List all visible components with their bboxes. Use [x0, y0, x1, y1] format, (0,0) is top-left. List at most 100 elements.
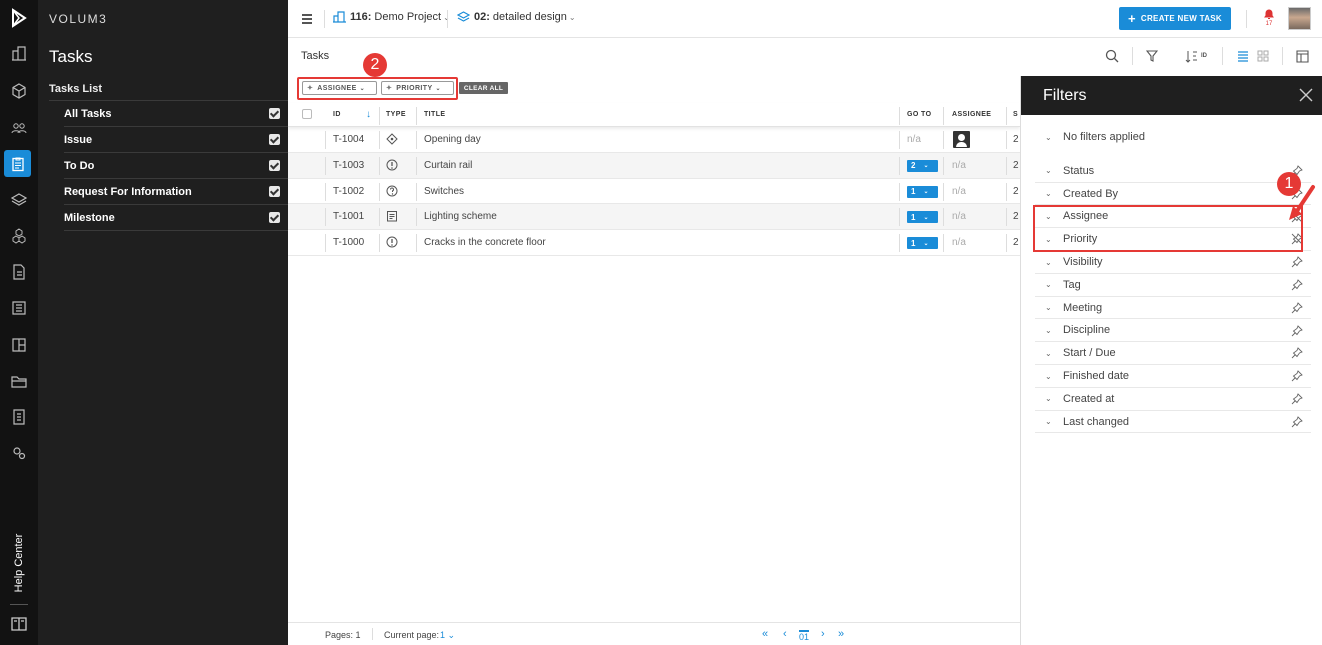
page-number[interactable]: 01 — [799, 630, 810, 642]
prev-page-icon[interactable]: ‹ — [783, 628, 787, 640]
sidebar-item-issue[interactable]: Issue — [64, 127, 288, 153]
list-view-icon[interactable] — [1237, 48, 1249, 64]
divider — [324, 10, 325, 28]
column-header-assignee[interactable]: ASSIGNEE — [952, 111, 991, 118]
filter-row-discipline[interactable]: ⌄ Discipline — [1035, 320, 1311, 343]
task-title[interactable]: Opening day — [424, 134, 481, 145]
pin-icon[interactable] — [1291, 279, 1303, 291]
pin-icon[interactable] — [1291, 347, 1303, 359]
notifications-button[interactable]: 17 — [1262, 8, 1276, 30]
goto-button[interactable]: 1 ⌄ — [907, 185, 938, 198]
project-selector[interactable]: 116:Demo Project⌄ — [333, 11, 450, 23]
pin-icon[interactable] — [1291, 370, 1303, 382]
table-row[interactable]: T-1001 Lighting scheme 1 ⌄ n/a 2 — [288, 204, 1020, 231]
first-page-icon[interactable]: « — [762, 628, 768, 640]
pin-icon[interactable] — [1291, 324, 1303, 337]
help-center-link[interactable]: Help Center — [4, 534, 34, 595]
box-icon[interactable] — [9, 81, 29, 101]
create-task-button[interactable]: + CREATE NEW TASK — [1119, 7, 1231, 30]
goto-button[interactable]: 1 ⌄ — [907, 211, 938, 224]
layers-icon[interactable] — [9, 190, 29, 210]
filter-row-finished-date[interactable]: ⌄ Finished date — [1035, 365, 1311, 388]
sidebar-item-milestone[interactable]: Milestone — [64, 205, 288, 231]
sidebar-item-to-do[interactable]: To Do — [64, 153, 288, 179]
buildings-icon[interactable] — [9, 43, 29, 63]
clipboard-icon[interactable] — [4, 150, 31, 177]
checkbox[interactable] — [269, 160, 280, 171]
columns-icon[interactable] — [1296, 48, 1309, 64]
filters-summary[interactable]: ⌄ No filters applied — [1035, 126, 1311, 149]
filter-row-created-at[interactable]: ⌄ Created at — [1035, 388, 1311, 411]
column-divider — [379, 107, 380, 125]
table-row[interactable]: T-1002 Switches 1 ⌄ n/a 2 — [288, 179, 1020, 205]
column-header-id[interactable]: ID — [333, 111, 341, 118]
table-row[interactable]: T-1000 Cracks in the concrete floor 1 ⌄ n… — [288, 230, 1020, 256]
pin-icon: ✦ — [386, 85, 393, 92]
last-page-icon[interactable]: » — [838, 628, 844, 640]
priority-filter-chip[interactable]: ✦ PRIORITY ⌄ — [381, 81, 454, 95]
pin-icon[interactable] — [1291, 393, 1303, 405]
close-icon[interactable] — [1299, 88, 1313, 102]
filter-row-status[interactable]: ⌄ Status — [1035, 160, 1311, 183]
settings-icon[interactable] — [9, 443, 29, 463]
people-icon[interactable] — [9, 118, 29, 138]
logo-icon[interactable] — [9, 8, 29, 28]
checkbox[interactable] — [269, 212, 280, 223]
assignee-filter-chip[interactable]: ✦ ASSIGNEE ⌄ — [302, 81, 377, 95]
filter-row-start-due[interactable]: ⌄ Start / Due — [1035, 342, 1311, 366]
document-icon[interactable] — [9, 262, 29, 282]
filter-icon[interactable] — [1146, 48, 1158, 64]
table-row[interactable]: T-1004 Opening day n/a 2 — [288, 127, 1020, 153]
design-name: detailed design — [492, 11, 567, 23]
checkbox[interactable] — [269, 108, 280, 119]
checkbox[interactable] — [269, 186, 280, 197]
search-icon[interactable] — [1105, 48, 1119, 64]
clear-all-button[interactable]: CLEAR ALL — [459, 82, 508, 94]
design-selector[interactable]: 02: detailed design ⌄ — [457, 11, 576, 23]
tasks-list-label: Tasks List — [49, 83, 102, 95]
list-icon[interactable] — [9, 298, 29, 318]
table-row[interactable]: T-1003 Curtain rail 2 ⌄ n/a 2 — [288, 152, 1020, 179]
book-icon[interactable] — [9, 614, 29, 634]
user-avatar[interactable] — [1288, 7, 1311, 30]
filter-row-meeting[interactable]: ⌄ Meeting — [1035, 297, 1311, 320]
task-id: T-1003 — [333, 159, 365, 171]
status-value: 2 — [1013, 134, 1019, 145]
task-title[interactable]: Lighting scheme — [424, 211, 497, 222]
column-header-type[interactable]: TYPE — [386, 111, 406, 118]
pin-icon[interactable] — [1291, 256, 1303, 268]
filter-row-tag[interactable]: ⌄ Tag — [1035, 274, 1311, 297]
task-title[interactable]: Curtain rail — [424, 160, 472, 171]
task-type-list: All Tasks Issue To Do Request For Inform… — [64, 101, 288, 231]
filter-row-visibility[interactable]: ⌄ Visibility — [1035, 251, 1311, 274]
sidebar-item-rfi[interactable]: Request For Information — [64, 179, 288, 205]
current-page-select[interactable]: 1 ⌄ — [440, 630, 455, 641]
filter-row-created-by[interactable]: ⌄ Created By — [1035, 183, 1311, 206]
panel-icon[interactable] — [9, 335, 29, 355]
column-header-goto[interactable]: GO TO — [907, 111, 931, 118]
sheet-icon[interactable] — [9, 407, 29, 427]
column-header-title[interactable]: TITLE — [424, 111, 445, 118]
cubes-icon[interactable] — [9, 226, 29, 246]
goto-button[interactable]: 2 ⌄ — [907, 159, 938, 172]
folder-icon[interactable] — [9, 371, 29, 391]
select-all-checkbox[interactable] — [302, 109, 312, 119]
chevron-down-icon: ⌄ — [1045, 394, 1052, 404]
task-id: T-1004 — [333, 134, 365, 145]
column-header-s[interactable]: S — [1013, 111, 1018, 118]
filter-label: Tag — [1063, 278, 1081, 291]
sidebar-item-all-tasks[interactable]: All Tasks — [64, 101, 288, 127]
filter-row-last-changed[interactable]: ⌄ Last changed — [1035, 411, 1311, 434]
goto-button[interactable]: 1 ⌄ — [907, 237, 938, 250]
menu-icon[interactable] — [302, 14, 312, 24]
grid-view-icon[interactable] — [1257, 48, 1269, 64]
next-page-icon[interactable]: › — [821, 628, 825, 640]
task-title[interactable]: Cracks in the concrete floor — [424, 237, 546, 248]
task-title[interactable]: Switches — [424, 186, 464, 197]
sort-button[interactable]: ID — [1185, 48, 1207, 64]
pin-icon[interactable] — [1291, 301, 1303, 314]
filters-title: Filters — [1043, 87, 1087, 104]
sort-arrow-icon[interactable]: ↓ — [366, 109, 371, 120]
checkbox[interactable] — [269, 134, 280, 145]
pin-icon[interactable] — [1291, 415, 1303, 428]
